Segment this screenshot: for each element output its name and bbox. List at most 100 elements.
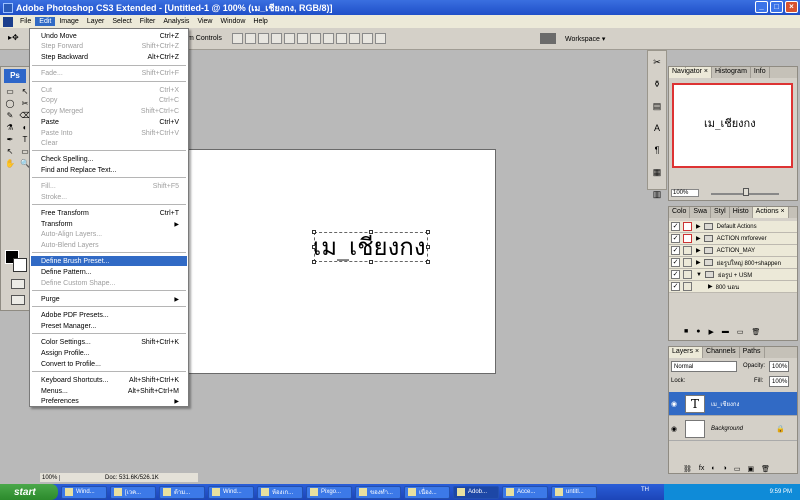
menu-item-define-pattern[interactable]: Define Pattern...	[31, 267, 187, 277]
tab-info[interactable]: Info	[751, 67, 770, 78]
brush-tool-icon[interactable]: ✎	[4, 111, 16, 121]
action-set-row[interactable]: ✓ ▼ ย่อรูป + USM	[669, 269, 797, 281]
align-bottom-icon[interactable]	[258, 33, 269, 44]
action-row[interactable]: ✓ ▶ 800 นอน	[669, 281, 797, 293]
transform-handle[interactable]	[426, 230, 430, 234]
distribute-vcenter-icon[interactable]	[323, 33, 334, 44]
distribute-top-icon[interactable]	[310, 33, 321, 44]
background-color-swatch[interactable]	[13, 258, 27, 272]
path-selection-tool-icon[interactable]: ↖	[4, 147, 16, 157]
taskbar-button[interactable]: เนื่อง...	[404, 485, 450, 499]
layer-comps-icon[interactable]: ▤	[650, 101, 664, 113]
transform-handle[interactable]	[426, 245, 430, 249]
ps-menu-icon[interactable]	[3, 16, 13, 27]
menu-view[interactable]: View	[193, 17, 216, 26]
layer-name[interactable]: เม_เชียงกง	[711, 399, 739, 409]
menu-item-assign-profile[interactable]: Assign Profile...	[31, 348, 187, 358]
menu-file[interactable]: File	[16, 17, 35, 26]
delete-icon[interactable]: 🗑	[751, 328, 760, 336]
character-icon[interactable]: A	[650, 123, 664, 135]
taskbar-button[interactable]: Pixgo...	[306, 485, 352, 499]
adjustment-layer-icon[interactable]: ◑	[723, 465, 727, 473]
maximize-button[interactable]: □	[770, 1, 783, 13]
transform-handle[interactable]	[312, 230, 316, 234]
tab-channels[interactable]: Channels	[703, 347, 740, 358]
menu-image[interactable]: Image	[55, 17, 82, 26]
blend-mode-select[interactable]: Normal	[671, 361, 737, 372]
menu-item-find-replace[interactable]: Find and Replace Text...	[31, 165, 187, 175]
play-icon[interactable]: ▶	[708, 328, 713, 336]
menu-item-menus[interactable]: Menus... Alt+Shift+Ctrl+M	[31, 386, 187, 396]
menu-item-fill[interactable]: Fill... Shift+F5	[31, 181, 187, 191]
distribute-hcenter-icon[interactable]	[362, 33, 373, 44]
menu-edit[interactable]: Edit	[35, 17, 56, 26]
menu-select[interactable]: Select	[108, 17, 135, 26]
menu-item-step-forward[interactable]: Step Forward Shift+Ctrl+Z	[31, 41, 187, 51]
menu-item-stroke[interactable]: Stroke...	[31, 192, 187, 202]
visibility-eye-icon[interactable]: ◉	[671, 400, 681, 408]
clone-source-icon[interactable]: ⚱	[650, 79, 664, 91]
menu-window[interactable]: Window	[216, 17, 249, 26]
close-button[interactable]: ×	[785, 1, 798, 13]
start-button[interactable]: start	[0, 484, 58, 500]
menu-item-cut[interactable]: Cut Ctrl+X	[31, 85, 187, 95]
layer-style-icon[interactable]: fx	[699, 465, 704, 473]
delete-layer-icon[interactable]: 🗑	[761, 465, 770, 473]
taskbar-button-photoshop[interactable]: Adob...	[453, 485, 499, 499]
move-tool-preset-icon[interactable]: ▸✥	[8, 33, 19, 42]
taskbar-button[interactable]: [เวค...	[110, 485, 156, 499]
new-action-icon[interactable]: ▭	[737, 328, 744, 336]
action-set-row[interactable]: ✓ ▶ ACTION mrforever	[669, 233, 797, 245]
menu-item-copy-merged[interactable]: Copy Merged Shift+Ctrl+C	[31, 106, 187, 116]
menu-item-paste[interactable]: Paste Ctrl+V	[31, 117, 187, 127]
taskbar-button[interactable]: Acce...	[502, 485, 548, 499]
menu-item-step-backward[interactable]: Step Backward Alt+Ctrl+Z	[31, 52, 187, 62]
action-set-row[interactable]: ✓ ▶ Default Actions	[669, 221, 797, 233]
taskbar-button[interactable]: untitl...	[551, 485, 597, 499]
layer-row-background[interactable]: ◉ Background 🔒	[669, 417, 797, 441]
tab-color[interactable]: Colo	[669, 207, 691, 218]
action-set-row[interactable]: ✓ ▶ ACTION_MAY	[669, 245, 797, 257]
new-layer-icon[interactable]: ▣	[747, 465, 754, 473]
status-zoom[interactable]: 100%	[40, 474, 60, 481]
transform-handle[interactable]	[312, 260, 316, 264]
menu-item-free-transform[interactable]: Free Transform Ctrl+T	[31, 208, 187, 218]
minimize-button[interactable]: _	[755, 1, 768, 13]
align-vcenter-icon[interactable]	[245, 33, 256, 44]
menu-item-keyboard-shortcuts[interactable]: Keyboard Shortcuts... Alt+Shift+Ctrl+K	[31, 375, 187, 385]
navigator-slider-thumb[interactable]	[743, 188, 749, 196]
animation-icon[interactable]: ▥	[650, 189, 664, 201]
tab-actions[interactable]: Actions ×	[752, 207, 789, 218]
record-icon[interactable]: ●	[696, 328, 700, 336]
menu-item-define-shape[interactable]: Define Custom Shape...	[31, 278, 187, 288]
layer-mask-icon[interactable]: ◐	[711, 465, 715, 473]
marquee-tool-icon[interactable]: ▭	[4, 87, 16, 97]
menu-item-undo-move[interactable]: Undo Move Ctrl+Z	[31, 31, 187, 41]
menu-item-fade[interactable]: Fade... Shift+Ctrl+F	[31, 68, 187, 78]
menu-item-preset-manager[interactable]: Preset Manager...	[31, 321, 187, 331]
menu-item-convert-profile[interactable]: Convert to Profile...	[31, 359, 187, 369]
taskbar-button[interactable]: ห้องเก...	[257, 485, 303, 499]
align-right-icon[interactable]	[297, 33, 308, 44]
menu-item-copy[interactable]: Copy Ctrl+C	[31, 95, 187, 105]
transform-bounding-box[interactable]	[314, 232, 428, 262]
menu-item-preferences[interactable]: Preferences ▶	[31, 396, 187, 406]
workspace-menu[interactable]: Workspace ▾	[565, 35, 605, 43]
new-set-icon[interactable]: ▬	[722, 328, 729, 336]
hand-tool-icon[interactable]: ✋	[4, 159, 16, 169]
menu-item-transform[interactable]: Transform ▶	[31, 219, 187, 229]
menu-layer[interactable]: Layer	[83, 17, 109, 26]
tab-layers[interactable]: Layers ×	[669, 347, 704, 358]
quick-mask-button[interactable]	[11, 279, 25, 289]
visibility-eye-icon[interactable]: ◉	[671, 425, 681, 433]
navigator-zoom-field[interactable]: 100%	[671, 189, 699, 197]
new-group-icon[interactable]: ▭	[734, 465, 741, 473]
clock[interactable]: 9:59 PM	[770, 489, 792, 495]
transform-handle[interactable]	[312, 245, 316, 249]
menu-item-purge[interactable]: Purge ▶	[31, 294, 187, 304]
menu-item-color-settings[interactable]: Color Settings... Shift+Ctrl+K	[31, 337, 187, 347]
screen-mode-button[interactable]	[11, 295, 25, 305]
distribute-left-icon[interactable]	[349, 33, 360, 44]
tool-presets-icon[interactable]: ✂	[650, 57, 664, 69]
taskbar-button[interactable]: Wind...	[208, 485, 254, 499]
